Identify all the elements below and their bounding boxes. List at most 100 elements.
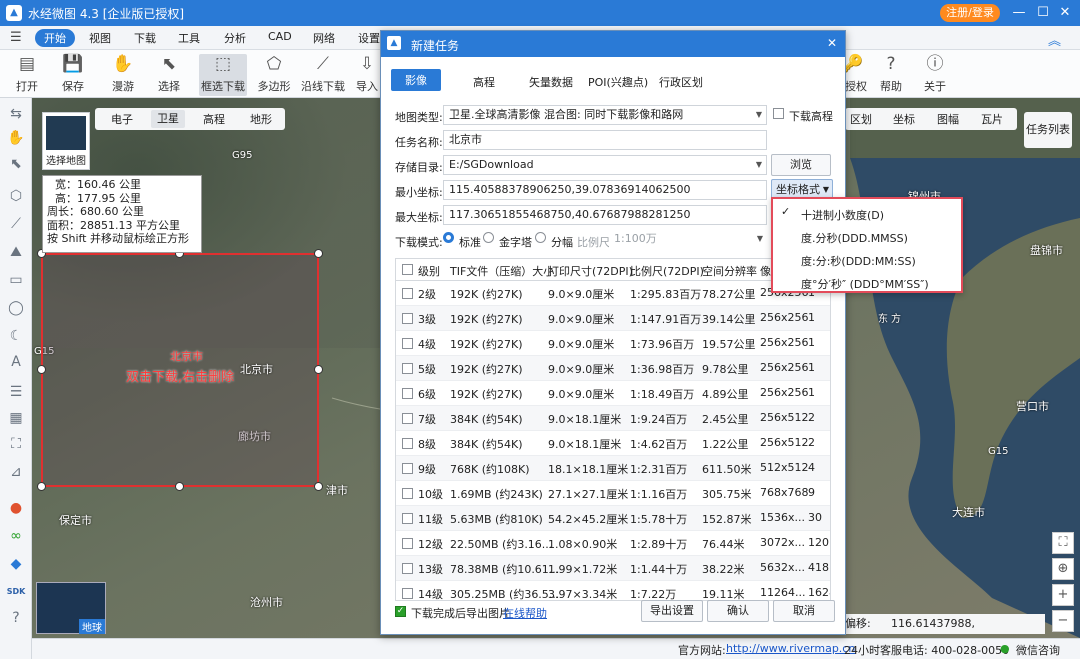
- resize-handle-se[interactable]: [314, 482, 323, 491]
- row-checkbox[interactable]: [402, 363, 413, 377]
- online-help-link[interactable]: 在线帮助: [503, 605, 547, 621]
- site-link[interactable]: http://www.rivermap.cn: [726, 642, 855, 655]
- resize-handle-e[interactable]: [314, 365, 323, 374]
- mode-sheet-radio[interactable]: [535, 232, 546, 243]
- menu-tools[interactable]: 工具: [178, 30, 200, 46]
- row-checkbox[interactable]: [402, 438, 413, 452]
- tool-tab-sheet[interactable]: 图幅: [937, 111, 959, 127]
- rectangle-tool-icon[interactable]: ▭: [5, 270, 27, 290]
- measure-tool-icon[interactable]: ▦: [5, 408, 27, 428]
- row-checkbox[interactable]: [402, 313, 413, 327]
- layers-tool-icon[interactable]: ☰: [5, 382, 27, 402]
- table-row[interactable]: 7级 384K (约54K) 9.0×18.1厘米 1:9.24百万 2.45公里 256…: [396, 406, 830, 431]
- line-download-button[interactable]: ⟋ 沿线下载: [300, 54, 346, 96]
- pointer-tool-icon[interactable]: ⬉: [5, 154, 27, 174]
- resize-handle-w[interactable]: [37, 365, 46, 374]
- collapse-ribbon-icon[interactable]: ︽: [1048, 30, 1061, 49]
- import-button[interactable]: ⇩ 导入: [352, 54, 382, 96]
- task-list-button[interactable]: 任务列表: [1024, 112, 1072, 148]
- table-row[interactable]: 11级 5.63MB (约810K) 54.2×45.2厘米 1:5.78十万 152.…: [396, 506, 830, 531]
- cancel-button[interactable]: 取消: [773, 600, 835, 622]
- resize-handle-s[interactable]: [175, 482, 184, 491]
- table-row[interactable]: 2级192K (约27K)9.0×9.0厘米1:295.83百万78.27公里2…: [396, 281, 830, 306]
- help-tool-icon[interactable]: ?: [5, 608, 27, 628]
- logo-tool-icon[interactable]: ●: [5, 498, 27, 518]
- menu-download[interactable]: 下载: [134, 30, 156, 46]
- box-download-button[interactable]: ⬚ 框选下载: [199, 54, 247, 96]
- maximize-icon[interactable]: ☐: [1032, 3, 1054, 23]
- table-row[interactable]: 10级 1.69MB (约243K) 27.1×27.1厘米 1:1.16百万 305.…: [396, 481, 830, 506]
- tab-vector[interactable]: 矢量数据: [529, 74, 573, 90]
- max-coord-input[interactable]: 117.30651855468750,40.67687988281250: [443, 205, 767, 225]
- row-checkbox[interactable]: [402, 338, 413, 352]
- overview-inset[interactable]: 地球: [36, 582, 106, 634]
- pan-button[interactable]: ✋ 漫游: [100, 54, 146, 96]
- min-coord-input[interactable]: 115.40588378906250,39.07836914062500: [443, 180, 767, 200]
- coord-format-option-dms-symbols[interactable]: 度°分′秒″ (DDD°MM′SS″): [801, 276, 929, 292]
- ruler-tool-icon[interactable]: ⊿: [5, 462, 27, 482]
- row-checkbox[interactable]: [402, 588, 413, 600]
- arrows-icon[interactable]: ⇆: [5, 104, 27, 124]
- sdk-icon[interactable]: SDK: [5, 582, 27, 602]
- plugin-tool-icon[interactable]: ◆: [5, 554, 27, 574]
- locate-icon[interactable]: ⊕: [1052, 558, 1074, 580]
- mode-pyramid-radio[interactable]: [483, 232, 494, 243]
- map-tab-satellite[interactable]: 卫星: [151, 110, 185, 128]
- resize-handle-ne[interactable]: [314, 249, 323, 258]
- polygon-button[interactable]: ⬠ 多边形: [251, 54, 297, 96]
- confirm-button[interactable]: 确认: [707, 600, 769, 622]
- export-settings-button[interactable]: 导出设置: [641, 600, 703, 622]
- link-tool-icon[interactable]: ∞: [5, 526, 27, 546]
- menu-analysis[interactable]: 分析: [224, 30, 246, 46]
- row-checkbox[interactable]: [402, 413, 413, 427]
- row-checkbox[interactable]: [402, 463, 413, 477]
- table-row[interactable]: 14级 305.25MB (约36.5... 3.97×3.34米 1:7.22万 19…: [396, 581, 830, 600]
- row-checkbox[interactable]: [402, 513, 413, 527]
- fullscreen-icon[interactable]: ⛶: [1052, 532, 1074, 554]
- select-map-button[interactable]: 选择地图: [42, 112, 90, 170]
- mode-standard-radio[interactable]: [443, 232, 454, 243]
- tool-tab-division[interactable]: 区划: [850, 111, 872, 127]
- row-checkbox[interactable]: [402, 388, 413, 402]
- polyline-tool-icon[interactable]: ⟋: [5, 214, 27, 234]
- task-name-input[interactable]: 北京市: [443, 130, 767, 150]
- menu-start[interactable]: 开始: [35, 29, 75, 47]
- tab-elevation[interactable]: 高程: [473, 74, 495, 90]
- export-after-checkbox[interactable]: ✓: [395, 606, 406, 617]
- text-tool-icon[interactable]: A: [5, 352, 27, 372]
- table-row[interactable]: 6级 192K (约27K) 9.0×9.0厘米 1:18.49百万 4.89公里 256…: [396, 381, 830, 406]
- moon-tool-icon[interactable]: ☾: [5, 326, 27, 346]
- tab-poi[interactable]: POI(兴趣点): [588, 74, 648, 90]
- tab-admin-division[interactable]: 行政区划: [659, 74, 703, 90]
- elevation-tool-icon[interactable]: ⛶: [5, 434, 27, 454]
- polygon-tool-icon[interactable]: ⬡: [5, 186, 27, 206]
- storage-select[interactable]: E:/SGDownload ▼: [443, 155, 767, 175]
- menu-network[interactable]: 网络: [313, 30, 335, 46]
- menu-cad[interactable]: CAD: [268, 30, 292, 43]
- map-tab-terrain[interactable]: 地形: [250, 111, 272, 127]
- tool-tab-coordinate[interactable]: 坐标: [893, 111, 915, 127]
- select-button[interactable]: ⬉ 选择: [146, 54, 192, 96]
- tab-imagery[interactable]: 影像: [391, 69, 441, 91]
- table-row[interactable]: 13级 78.38MB (约10.61... 1.99×1.72米 1:1.44十万 3…: [396, 556, 830, 581]
- map-type-select[interactable]: 卫星.全球高清影像 混合图: 同时下载影像和路网 ▼: [443, 105, 767, 125]
- about-button[interactable]: ⓘ 关于: [912, 54, 958, 96]
- zoom-out-icon[interactable]: −: [1052, 610, 1074, 632]
- table-row[interactable]: 5级 192K (约27K) 9.0×9.0厘米 1:36.98百万 9.78公里 256…: [396, 356, 830, 381]
- open-button[interactable]: ▤ 打开: [4, 54, 50, 96]
- row-checkbox[interactable]: [402, 563, 413, 577]
- minimize-icon[interactable]: —: [1008, 3, 1030, 23]
- save-button[interactable]: 💾 保存: [50, 54, 96, 96]
- row-checkbox[interactable]: [402, 488, 413, 502]
- zoom-in-icon[interactable]: +: [1052, 584, 1074, 606]
- scale-select[interactable]: 1:100万 ▼: [609, 230, 767, 250]
- map-tab-elevation[interactable]: 高程: [203, 111, 225, 127]
- hamburger-icon[interactable]: ☰: [10, 30, 22, 45]
- circle-tool-icon[interactable]: ◯: [5, 298, 27, 318]
- register-login-button[interactable]: 注册/登录: [940, 4, 1000, 22]
- row-checkbox[interactable]: [402, 288, 413, 302]
- table-row[interactable]: 4级 192K (约27K) 9.0×9.0厘米 1:73.96百万 19.57公里 25…: [396, 331, 830, 356]
- table-row[interactable]: 3级 192K (约27K) 9.0×9.0厘米 1:147.91百万 39.14公里 2…: [396, 306, 830, 331]
- table-row[interactable]: 8级 384K (约54K) 9.0×18.1厘米 1:4.62百万 1.22公里 256…: [396, 431, 830, 456]
- table-row[interactable]: 12级 22.50MB (约3.16... 1.08×0.90米 1:2.89十万 76…: [396, 531, 830, 556]
